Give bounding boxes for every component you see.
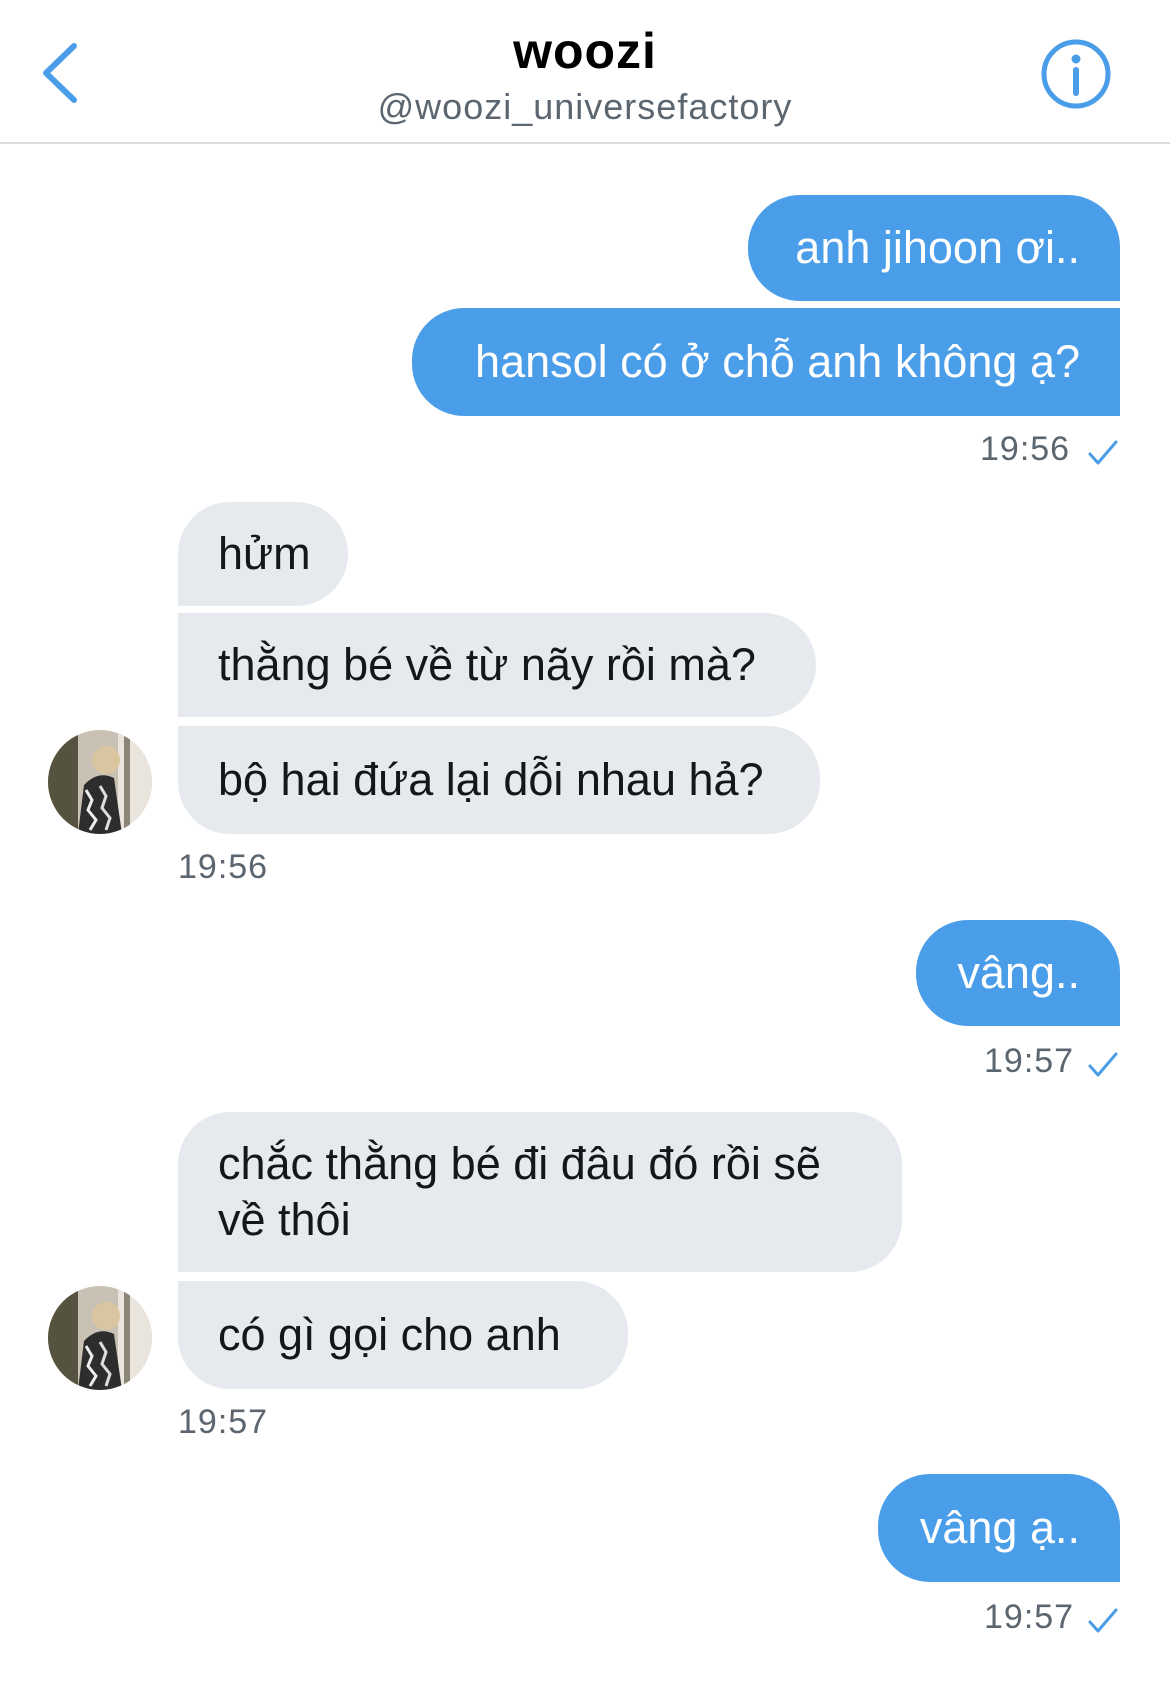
checkmark-icon: [1088, 1608, 1118, 1633]
info-button[interactable]: [1040, 38, 1112, 110]
outgoing-message[interactable]: anh jihoon ơi..: [748, 195, 1120, 301]
message-timestamp: 19:57: [178, 1403, 269, 1441]
info-icon: [1041, 39, 1111, 109]
avatar[interactable]: [48, 1286, 152, 1390]
incoming-message[interactable]: bộ hai đứa lại dỗi nhau hả?: [178, 726, 820, 834]
message-text: thằng bé về từ nãy rồi mà?: [218, 639, 756, 690]
incoming-message[interactable]: chắc thằng bé đi đâu đó rồi sẽ về thôi: [178, 1112, 902, 1272]
checkmark-icon: [1088, 1052, 1118, 1077]
message-text: hansol có ở chỗ anh không ạ?: [475, 336, 1080, 387]
message-text: bộ hai đứa lại dỗi nhau hả?: [218, 754, 764, 805]
message-text: hửm: [218, 528, 311, 579]
message-text-line: chắc thằng bé đi đâu đó rồi sẽ: [218, 1138, 821, 1189]
outgoing-message[interactable]: hansol có ở chỗ anh không ạ?: [412, 308, 1120, 416]
incoming-message[interactable]: thằng bé về từ nãy rồi mà?: [178, 613, 816, 717]
checkmark-icon: [1088, 440, 1118, 465]
message-text: anh jihoon ơi..: [795, 222, 1080, 273]
outgoing-message[interactable]: vâng..: [916, 920, 1120, 1026]
message-text-line: về thôi: [218, 1194, 351, 1245]
message-timestamp: 19:57: [984, 1598, 1075, 1636]
avatar[interactable]: [48, 730, 152, 834]
message-timestamp: 19:57: [984, 1042, 1075, 1080]
message-timestamp: 19:56: [980, 430, 1071, 468]
message-timestamp: 19:56: [178, 848, 269, 886]
incoming-message[interactable]: hửm: [178, 502, 348, 606]
outgoing-message[interactable]: vâng ạ..: [878, 1474, 1120, 1582]
conversation-title[interactable]: woozi: [0, 22, 1170, 80]
conversation-handle[interactable]: @woozi_universefactory: [0, 86, 1170, 128]
incoming-message[interactable]: có gì gọi cho anh: [178, 1281, 628, 1389]
message-text: có gì gọi cho anh: [218, 1309, 561, 1360]
message-text: vâng..: [957, 947, 1080, 998]
message-text: vâng ạ..: [919, 1502, 1080, 1553]
conversation-header: woozi @woozi_universefactory: [0, 0, 1170, 144]
